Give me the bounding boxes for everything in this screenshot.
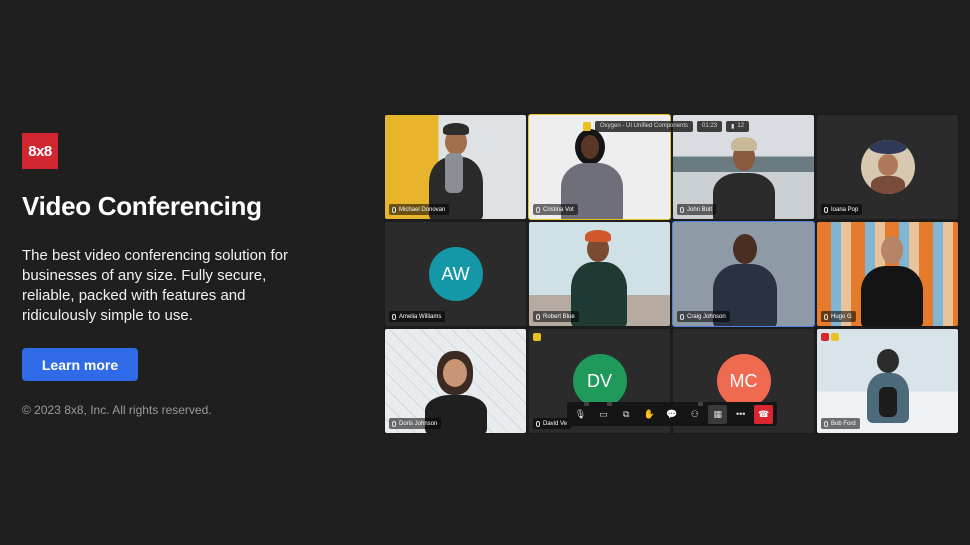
camera-button[interactable]: ▭ <box>594 401 613 424</box>
participant-tile[interactable]: Craig Johnson <box>672 221 815 327</box>
meeting-info-bar: Oxygen - UI Unified Components 01:23 ▮ 1… <box>583 120 750 132</box>
participant-tile[interactable]: Doris Johnson <box>385 329 526 433</box>
participant-name-label: Doris Johnson <box>389 418 442 429</box>
meeting-timer: 01:23 <box>697 120 723 132</box>
room-name: Oxygen - UI Unified Components <box>595 120 694 132</box>
more-icon: ••• <box>735 409 746 419</box>
camera-icon: ▭ <box>599 408 608 419</box>
copyright-text: © 2023 8x8, Inc. All rights reserved. <box>22 403 212 417</box>
meeting-window: Michael Donovan Cristina Vot John Bolt I… <box>383 113 961 434</box>
participant-tile[interactable]: Bob Ford <box>817 329 958 433</box>
avatar: AW <box>428 247 483 301</box>
avatar: DV <box>572 354 627 408</box>
microphone-icon: 🎙 <box>574 408 587 419</box>
page-title: Video Conferencing <box>22 191 262 221</box>
participant-name-label: Bob Ford <box>821 418 860 429</box>
brand-logo[interactable]: 8x8 <box>22 133 58 169</box>
hand-icon: ✋ <box>643 408 655 419</box>
participant-name-label: Ioana Pop <box>821 204 863 215</box>
participant-tile[interactable]: Hugo G <box>817 222 958 326</box>
mic-icon <box>536 206 540 213</box>
chat-button[interactable]: 💬 <box>663 405 682 424</box>
mic-icon <box>392 313 396 320</box>
participant-name-label: Cristina Vot <box>533 204 578 215</box>
participant-name-label: Amelia Williams <box>389 311 446 322</box>
raise-hand-button[interactable]: ✋ <box>640 405 659 424</box>
mic-icon <box>824 420 828 427</box>
hangup-button[interactable]: ☎ <box>754 404 774 424</box>
participant-name-label: David Ve <box>533 418 572 429</box>
mic-icon <box>824 206 828 213</box>
participant-tile[interactable]: Robert Blue <box>529 222 670 326</box>
screen-share-icon: ⧉ <box>623 408 630 419</box>
screen-share-button[interactable]: ⧉ <box>617 405 636 424</box>
more-options-button[interactable]: ••• <box>731 405 750 424</box>
participant-name-label: Hugo G <box>821 311 856 322</box>
signal-icon: ▮ <box>731 123 735 130</box>
grid-icon: ▦ <box>713 408 723 419</box>
participant-tile[interactable]: Ioana Pop <box>817 115 958 219</box>
lock-icon <box>583 121 591 131</box>
avatar <box>860 140 915 194</box>
mic-icon <box>392 206 396 213</box>
hand-raised-icon <box>533 333 541 341</box>
participant-name-label: John Bolt <box>677 204 717 215</box>
avatar: MC <box>716 354 771 408</box>
participant-name-label: Craig Johnson <box>677 311 730 322</box>
chat-icon: 💬 <box>666 408 678 419</box>
meeting-toolbar: 🎙 ▭ ⧉ ✋ 💬 ⚇ ▦ ••• ☎ <box>567 401 777 426</box>
participant-tile[interactable]: AW Amelia Williams <box>385 222 526 326</box>
mic-icon <box>392 420 396 427</box>
hero-section: 8x8 Video Conferencing The best video co… <box>22 133 342 417</box>
mic-icon <box>536 420 540 427</box>
learn-more-button[interactable]: Learn more <box>22 348 138 381</box>
hand-raised-icon <box>831 333 839 341</box>
tile-view-button[interactable]: ▦ <box>708 404 728 424</box>
mic-icon <box>680 206 684 213</box>
mic-icon <box>536 313 540 320</box>
record-icon <box>821 333 829 341</box>
hangup-icon: ☎ <box>757 408 770 419</box>
mic-icon <box>680 313 684 320</box>
microphone-button[interactable]: 🎙 <box>571 401 590 424</box>
hero-description: The best video conferencing solution for… <box>22 247 288 324</box>
participant-name-label: Robert Blue <box>533 311 579 322</box>
mic-icon <box>824 313 828 320</box>
participants-icon: ⚇ <box>690 408 699 419</box>
participants-button[interactable]: ⚇ <box>685 401 704 424</box>
participant-name-label: Michael Donovan <box>389 204 450 215</box>
participant-tile[interactable]: Michael Donovan <box>385 115 526 219</box>
participants-count: ▮ 12 <box>726 120 750 132</box>
